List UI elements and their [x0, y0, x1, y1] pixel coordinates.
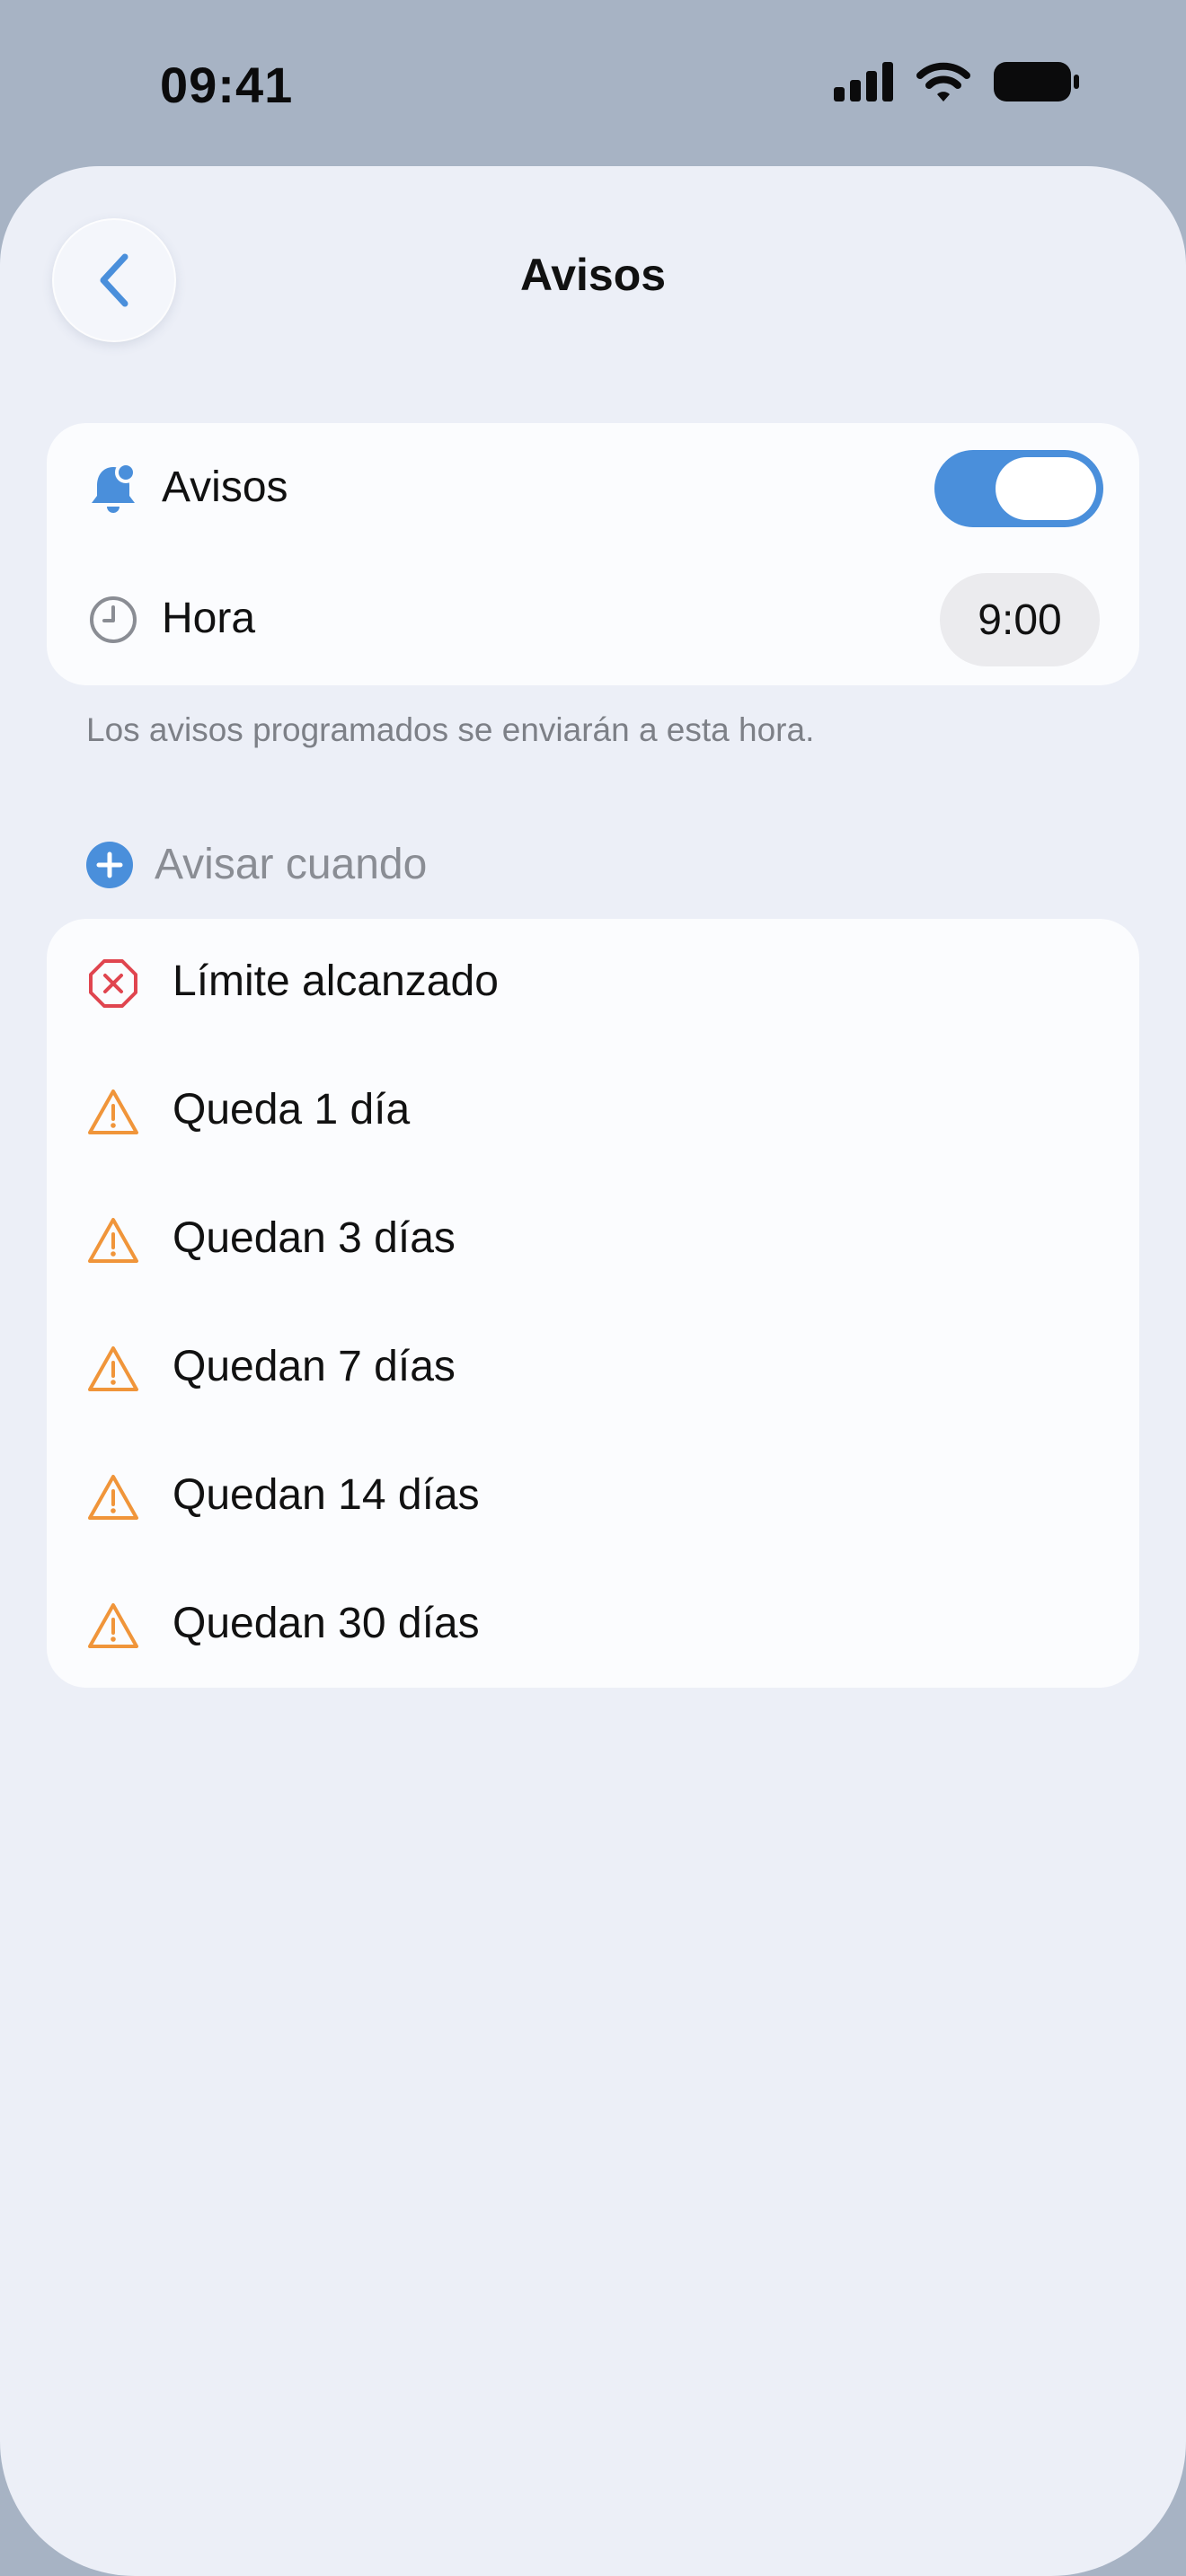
alerts-card: Límite alcanzado Queda 1 día Quedan 3 dí…: [47, 919, 1139, 1688]
alerts-section-header[interactable]: Avisar cuando: [86, 840, 427, 889]
notification-settings-card: Avisos Hora 9:00: [47, 423, 1139, 685]
warning-triangle-icon: [86, 1342, 140, 1396]
page-title: Avisos: [519, 250, 667, 300]
alert-item-30-days[interactable]: Quedan 30 días: [47, 1561, 1139, 1688]
warning-triangle-icon: [86, 1213, 140, 1267]
alert-label: Quedan 14 días: [173, 1471, 480, 1519]
cellular-signal-icon: [834, 62, 893, 101]
settings-sheet: Avisos Avisos Hora 9:00 Los avisos progr…: [0, 166, 1186, 2576]
time-label: Hora: [162, 595, 256, 642]
notifications-label: Avisos: [162, 463, 288, 511]
plus-circle-icon[interactable]: [86, 841, 133, 888]
warning-triangle-icon: [86, 1470, 140, 1524]
alert-item-14-days[interactable]: Quedan 14 días: [47, 1433, 1139, 1561]
toggle-knob: [996, 457, 1096, 520]
alert-label: Quedan 7 días: [173, 1343, 456, 1390]
clock-icon: [86, 593, 140, 647]
alert-label: Quedan 30 días: [173, 1600, 480, 1647]
time-row[interactable]: Hora 9:00: [47, 554, 1139, 685]
alert-label: Queda 1 día: [173, 1086, 411, 1134]
battery-icon: [994, 62, 1079, 101]
alert-item-3-days[interactable]: Quedan 3 días: [47, 1176, 1139, 1304]
alert-item-1-day[interactable]: Queda 1 día: [47, 1047, 1139, 1176]
status-icons: [834, 61, 1080, 102]
status-bar: 09:41: [0, 0, 1186, 166]
time-picker-button[interactable]: 9:00: [940, 573, 1100, 666]
warning-triangle-icon: [86, 1085, 140, 1139]
x-octagon-icon: [86, 957, 140, 1010]
notifications-toggle[interactable]: [934, 450, 1103, 527]
status-time: 09:41: [160, 57, 294, 113]
notifications-row[interactable]: Avisos: [47, 423, 1139, 554]
alerts-section-title: Avisar cuando: [155, 841, 428, 888]
alert-item-limit-reached[interactable]: Límite alcanzado: [47, 919, 1139, 1047]
time-footnote: Los avisos programados se enviarán a est…: [86, 711, 815, 748]
alert-label: Quedan 3 días: [173, 1214, 456, 1262]
bell-badge-icon: [86, 462, 140, 516]
alert-label: Límite alcanzado: [173, 957, 499, 1005]
wifi-icon: [916, 62, 970, 101]
warning-triangle-icon: [86, 1599, 140, 1653]
alert-item-7-days[interactable]: Quedan 7 días: [47, 1304, 1139, 1433]
